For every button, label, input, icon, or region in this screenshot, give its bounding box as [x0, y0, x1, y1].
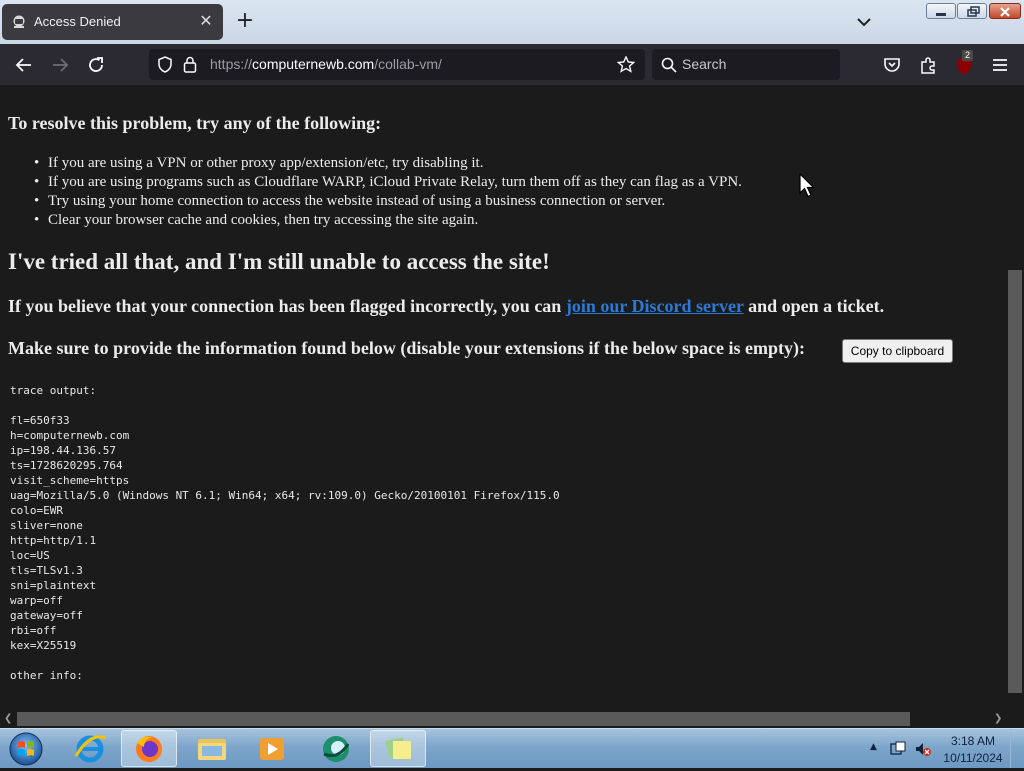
- trace-line: visit_scheme=https: [10, 474, 130, 487]
- lock-icon[interactable]: [183, 56, 197, 73]
- flagged-suffix-text: and open a ticket.: [743, 296, 885, 316]
- discord-server-link[interactable]: join our Discord server: [566, 296, 744, 316]
- clock-date[interactable]: 10/11/2024: [940, 751, 1006, 765]
- new-tab-icon[interactable]: +: [234, 10, 256, 32]
- sticky-notes-icon: [385, 737, 411, 759]
- window-minimize-button[interactable]: [926, 3, 956, 19]
- extension-badge-count: 2: [962, 50, 973, 61]
- resolve-heading: To resolve this problem, try any of the …: [8, 113, 382, 133]
- search-icon: [661, 57, 677, 73]
- chevron-down-icon[interactable]: [854, 12, 874, 32]
- tab-access-denied[interactable]: Access Denied ✕: [2, 4, 223, 40]
- tab-close-icon[interactable]: ✕: [197, 12, 215, 30]
- horizontal-scrollbar-thumb[interactable]: [17, 712, 910, 726]
- trace-line: tls=TLSv1.3: [10, 564, 83, 577]
- browser-globe-icon: [323, 736, 350, 762]
- copy-to-clipboard-button[interactable]: Copy to clipboard: [842, 339, 953, 363]
- search-bar[interactable]: Search: [652, 49, 840, 80]
- hamburger-menu-icon[interactable]: [989, 54, 1011, 76]
- trace-line: gateway=off: [10, 609, 83, 622]
- url-scheme: https://: [210, 56, 253, 72]
- trace-line: loc=US: [10, 549, 50, 562]
- action-center-flag-icon[interactable]: [889, 740, 907, 758]
- vertical-scrollbar[interactable]: [1006, 85, 1024, 711]
- taskbar-file-explorer[interactable]: [184, 730, 240, 767]
- scroll-left-arrow-icon[interactable]: ❮: [4, 714, 12, 724]
- trace-line: sliver=none: [10, 519, 83, 532]
- scroll-right-arrow-icon[interactable]: ❯: [994, 714, 1002, 724]
- window-restore-button[interactable]: [957, 3, 987, 19]
- list-item: Clear your browser cache and cookies, th…: [34, 211, 742, 230]
- trace-line: sni=plaintext: [10, 579, 97, 592]
- window-close-button[interactable]: [989, 3, 1021, 19]
- tips-list: If you are using a VPN or other proxy ap…: [34, 154, 742, 230]
- clock-time[interactable]: 3:18 AM: [944, 734, 1002, 748]
- trace-line: ts=1728620295.764: [10, 459, 123, 472]
- trace-line: kex=X25519: [10, 639, 77, 652]
- url-host: computernewb.com: [252, 56, 375, 72]
- file-explorer-icon: [198, 739, 226, 760]
- taskbar-internet-explorer[interactable]: [62, 730, 118, 767]
- trace-line: h=computernewb.com: [10, 429, 130, 442]
- vertical-scrollbar-thumb[interactable]: [1008, 270, 1022, 693]
- provide-info-heading: Make sure to provide the information fou…: [8, 338, 806, 358]
- restore-icon: [967, 6, 980, 17]
- page-content: To resolve this problem, try any of the …: [0, 85, 1006, 711]
- trace-output: trace output: fl=650f33 h=computernewb.c…: [10, 383, 560, 683]
- windows-taskbar: ▲ 3:18 AM 10/11/2024: [0, 728, 1024, 768]
- internet-explorer-icon: [74, 735, 107, 763]
- media-player-icon: [260, 738, 284, 760]
- trace-line: http=http/1.1: [10, 534, 97, 547]
- forward-arrow-icon[interactable]: [49, 54, 71, 76]
- trace-line: trace output:: [10, 384, 97, 397]
- start-orb-icon[interactable]: [6, 731, 46, 767]
- taskbar-firefox[interactable]: [121, 730, 177, 767]
- ublock-extension-button[interactable]: 2: [953, 50, 977, 77]
- pocket-icon[interactable]: [881, 54, 903, 76]
- tracking-protection-shield-icon[interactable]: [157, 56, 173, 73]
- trace-line: warp=off: [10, 594, 63, 607]
- still-unable-heading: I've tried all that, and I'm still unabl…: [8, 249, 550, 274]
- search-placeholder: Search: [682, 56, 727, 72]
- navigation-toolbar: https://computernewb.com/collab-vm/ Sear…: [0, 44, 1024, 85]
- tab-strip: Access Denied ✕ +: [0, 0, 1024, 44]
- flagged-paragraph: If you believe that your connection has …: [8, 296, 884, 317]
- bookmark-star-icon[interactable]: [617, 56, 635, 73]
- trace-line: colo=EWR: [10, 504, 63, 517]
- taskbar-sticky-notes[interactable]: [370, 730, 426, 767]
- volume-muted-icon[interactable]: [914, 740, 932, 758]
- horizontal-scrollbar[interactable]: ❮ ❯: [0, 711, 1024, 728]
- back-arrow-icon[interactable]: [13, 54, 35, 76]
- url-path: /collab-vm/: [374, 56, 442, 72]
- tab-title: Access Denied: [34, 14, 121, 29]
- close-icon: [1000, 7, 1010, 17]
- trace-line: uag=Mozilla/5.0 (Windows NT 6.1; Win64; …: [10, 489, 560, 502]
- address-bar[interactable]: https://computernewb.com/collab-vm/: [149, 49, 645, 80]
- site-favicon-icon: [13, 15, 25, 28]
- trace-line: ip=198.44.136.57: [10, 444, 116, 457]
- list-item: If you are using a VPN or other proxy ap…: [34, 154, 742, 173]
- taskbar-browser-globe[interactable]: [308, 730, 364, 767]
- url-text[interactable]: https://computernewb.com/collab-vm/: [210, 56, 442, 72]
- extensions-puzzle-icon[interactable]: [917, 54, 939, 76]
- trace-line: fl=650f33: [10, 414, 70, 427]
- mouse-pointer-icon: [799, 173, 815, 198]
- list-item: Try using your home connection to access…: [34, 192, 742, 211]
- list-item: If you are using programs such as Cloudf…: [34, 173, 742, 192]
- firefox-icon: [136, 736, 162, 762]
- trace-line: rbi=off: [10, 624, 57, 637]
- minimize-icon: [936, 13, 946, 16]
- show-desktop-button[interactable]: [1010, 729, 1024, 768]
- taskbar-media-player[interactable]: [244, 730, 300, 767]
- trace-line: other info:: [10, 669, 83, 682]
- reload-icon[interactable]: [85, 54, 107, 76]
- show-hidden-icons-icon[interactable]: ▲: [870, 742, 877, 752]
- flagged-prefix-text: If you believe that your connection has …: [8, 296, 566, 316]
